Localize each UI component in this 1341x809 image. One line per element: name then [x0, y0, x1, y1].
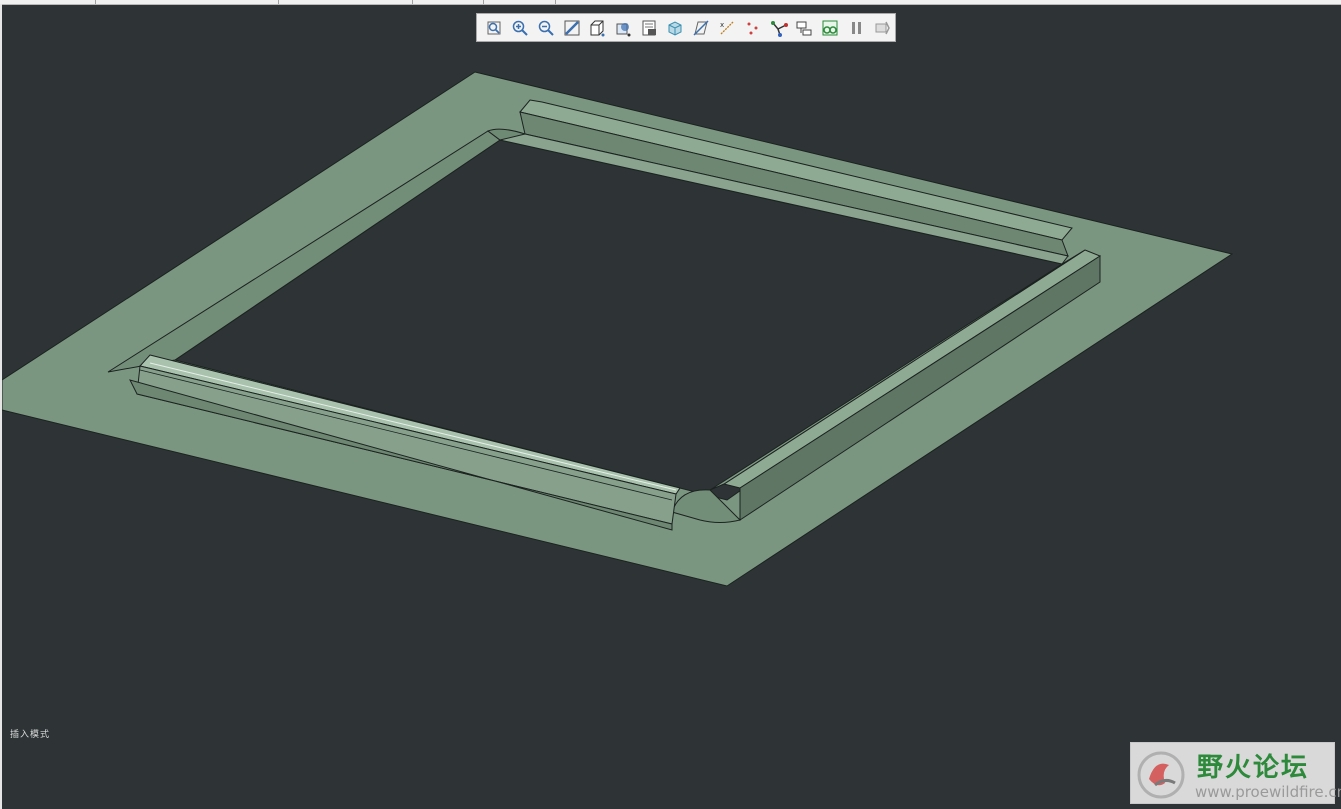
- watermark-title: 野火论坛: [1197, 753, 1310, 783]
- perspective-view-icon: [668, 20, 682, 36]
- datum-point-display-button[interactable]: [740, 16, 766, 40]
- display-style-button[interactable]: [585, 16, 611, 40]
- annotation-display-button[interactable]: [792, 16, 818, 40]
- zoom-out-button[interactable]: [533, 16, 559, 40]
- watermark-url: www.proewildfire.cn: [1195, 783, 1341, 801]
- datum-axis-display-button[interactable]: x: [714, 16, 740, 40]
- display-style-icon: [590, 20, 605, 36]
- top-strip-divider: [412, 0, 413, 4]
- datum-point-display-icon: [747, 22, 758, 34]
- refit-icon: [487, 21, 501, 34]
- pause-icon: [852, 21, 862, 34]
- zoom-in-icon: [512, 20, 528, 36]
- perspective-view-button[interactable]: [662, 16, 688, 40]
- svg-text:x: x: [720, 21, 724, 29]
- datum-axis-display-icon: x: [720, 21, 734, 34]
- view-manager-button[interactable]: [636, 16, 662, 40]
- next-icon: [875, 21, 890, 34]
- status-mode-label: 插入模式: [10, 730, 51, 740]
- zoom-out-icon: [538, 20, 554, 36]
- model-canvas[interactable]: [2, 5, 1341, 809]
- datum-plane-display-button[interactable]: [688, 16, 714, 40]
- pause-button[interactable]: [843, 16, 869, 40]
- refit-button[interactable]: [481, 16, 507, 40]
- annotation-display-icon: [796, 21, 812, 35]
- spin-center-icon: [822, 20, 838, 35]
- coordinate-system-display-icon: [770, 20, 788, 37]
- graphics-viewport[interactable]: [2, 5, 1341, 809]
- spin-center-button[interactable]: [817, 16, 843, 40]
- coordinate-system-display-button[interactable]: [766, 16, 792, 40]
- top-strip-divider: [278, 0, 279, 4]
- view-toolbar: x: [476, 13, 896, 42]
- top-strip-divider: [555, 0, 556, 4]
- top-strip-divider: [95, 0, 96, 4]
- zoom-in-button[interactable]: [507, 16, 533, 40]
- saved-orientations-button[interactable]: [610, 16, 636, 40]
- wildfire-logo-icon: [1137, 751, 1185, 799]
- repaint-icon: [564, 20, 580, 35]
- view-manager-icon: [642, 20, 657, 35]
- repaint-button[interactable]: [559, 16, 585, 40]
- watermark: 野火论坛 www.proewildfire.cn: [1130, 742, 1341, 804]
- datum-plane-display-icon: [693, 19, 709, 36]
- top-strip-divider: [483, 0, 484, 4]
- next-button[interactable]: [869, 16, 895, 40]
- saved-orientations-icon: [616, 22, 631, 36]
